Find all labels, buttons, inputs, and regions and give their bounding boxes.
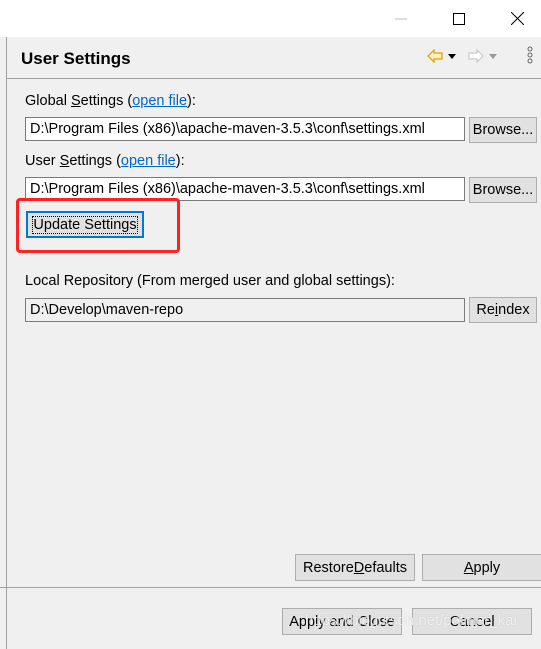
arrow-right-icon[interactable] <box>468 48 484 64</box>
restore-defaults-button[interactable]: Restore Defaults <box>295 554 415 581</box>
user-settings-label: User Settings (open file): <box>25 153 185 169</box>
view-menu-icon[interactable] <box>527 46 533 64</box>
global-browse-button[interactable]: Browse... <box>469 117 537 143</box>
local-repository-label: Local Repository (From merged user and g… <box>25 273 395 289</box>
apply-and-close-button[interactable]: Apply and Close <box>282 608 402 635</box>
title-bar <box>0 0 541 37</box>
user-settings-input[interactable]: D:\Program Files (x86)\apache-maven-3.5.… <box>25 177 465 201</box>
maximize-button[interactable] <box>436 0 482 37</box>
maximize-icon <box>453 12 465 25</box>
arrow-left-icon[interactable] <box>427 48 443 64</box>
global-settings-input[interactable]: D:\Program Files (x86)\apache-maven-3.5.… <box>25 117 465 141</box>
footer-divider <box>0 587 541 588</box>
chevron-down-icon[interactable] <box>448 54 456 59</box>
close-button[interactable] <box>494 0 540 37</box>
minimize-button[interactable] <box>378 0 424 37</box>
local-repository-input[interactable]: D:\Develop\maven-repo <box>25 298 465 322</box>
header-nav <box>427 48 497 64</box>
user-browse-button[interactable]: Browse... <box>469 177 537 203</box>
global-settings-label: Global Settings (open file): <box>25 93 196 109</box>
global-open-file-link[interactable]: open file <box>132 93 187 109</box>
close-icon <box>510 12 524 25</box>
update-settings-button[interactable]: Update Settings <box>26 211 144 238</box>
chevron-down-icon[interactable] <box>489 54 497 59</box>
reindex-button[interactable]: Re i ndex <box>469 297 537 323</box>
preferences-panel: User Settings Global Settings (open file… <box>6 37 541 649</box>
page-title: User Settings <box>21 49 131 68</box>
cancel-button[interactable]: Cancel <box>412 608 532 635</box>
user-open-file-link[interactable]: open file <box>121 153 176 169</box>
header-divider <box>7 78 541 79</box>
minimize-icon <box>395 18 407 19</box>
apply-button[interactable]: Apply <box>422 554 541 581</box>
